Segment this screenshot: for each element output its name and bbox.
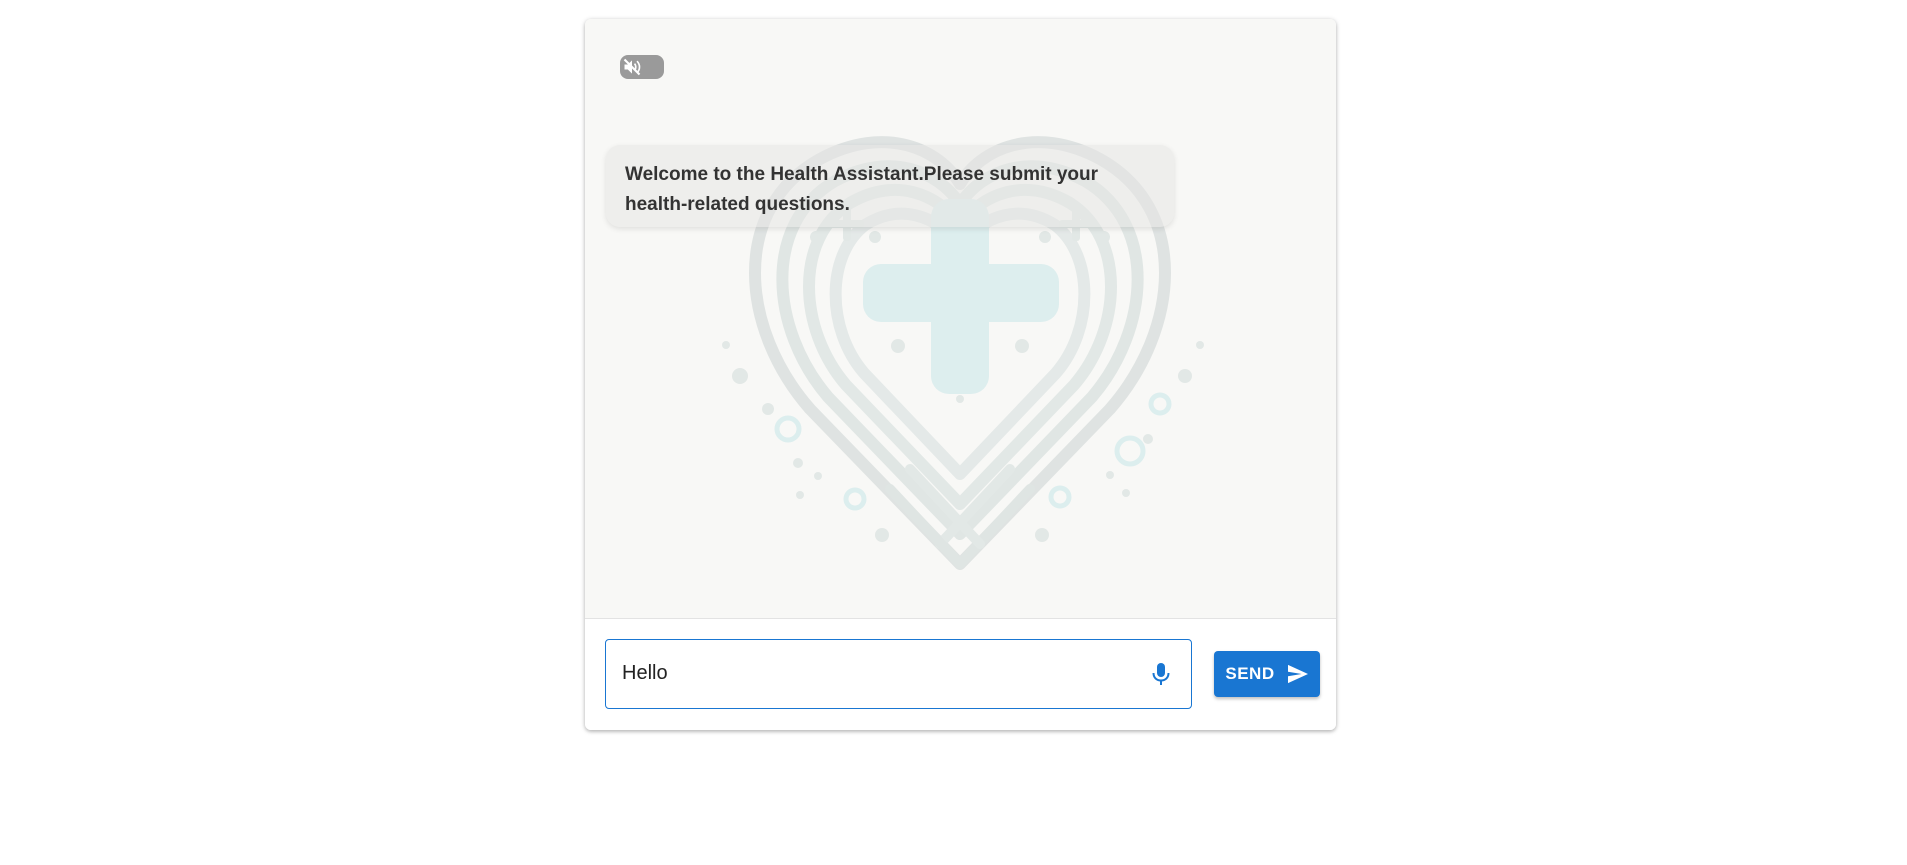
send-button[interactable]: SEND: [1214, 651, 1320, 697]
send-icon: [1287, 664, 1308, 684]
audio-toggle[interactable]: [620, 55, 664, 79]
microphone-icon[interactable]: [1149, 661, 1173, 687]
message-input[interactable]: [622, 640, 1122, 706]
chat-area: Welcome to the Health Assistant.Please s…: [585, 19, 1336, 618]
send-button-label: SEND: [1225, 664, 1275, 683]
composer-bar: SEND: [585, 618, 1336, 730]
assistant-message-bubble: Welcome to the Health Assistant.Please s…: [606, 145, 1174, 227]
assistant-message-text: Welcome to the Health Assistant.Please s…: [625, 164, 1099, 215]
volume-off-icon: [620, 55, 644, 79]
chat-card: Welcome to the Health Assistant.Please s…: [585, 19, 1336, 730]
message-input-container: [605, 639, 1192, 709]
